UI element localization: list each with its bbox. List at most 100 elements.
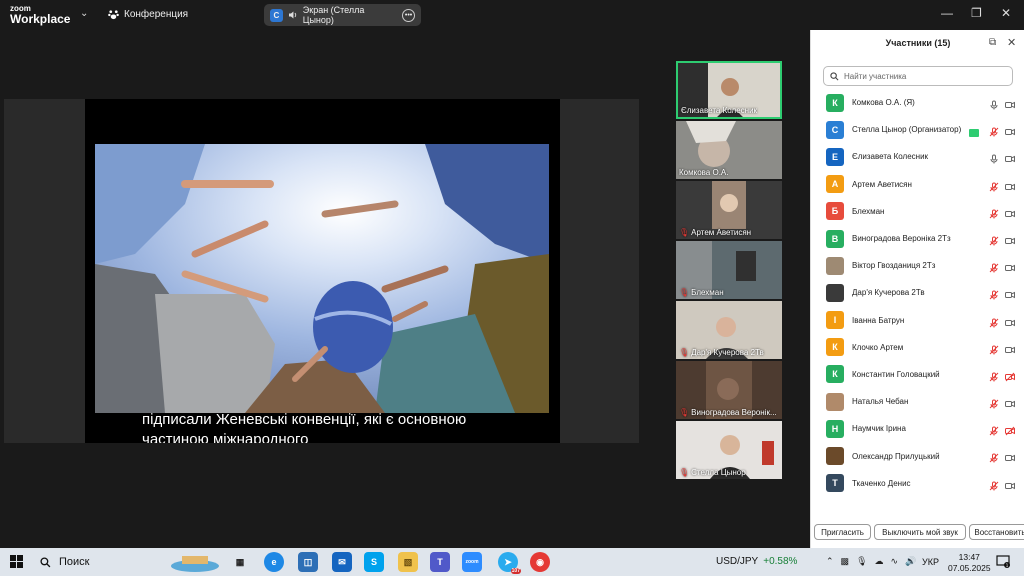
- participant-row[interactable]: Дар'я Кучерова 2Тв: [811, 279, 1024, 306]
- video-thumbnail[interactable]: 🎙 Виноградова Веронік...: [676, 361, 782, 419]
- participant-name: Наумчик Ірина: [852, 424, 906, 434]
- onedrive-icon[interactable]: ☁: [875, 556, 884, 567]
- mic-off-icon[interactable]: [989, 423, 999, 441]
- currency-pair: USD/JPY: [716, 556, 759, 567]
- video-on-icon[interactable]: [1005, 342, 1015, 360]
- participant-row[interactable]: К Константин Головацкий: [811, 361, 1024, 388]
- minimize-icon[interactable]: —: [941, 6, 953, 20]
- mic-off-icon[interactable]: [989, 233, 999, 251]
- participant-row[interactable]: А Артем Аветисян: [811, 171, 1024, 198]
- participant-status-icons: [989, 369, 1015, 387]
- system-tray[interactable]: ⌃ ▩ 🎙 ☁ ∿ 🔊: [826, 556, 916, 567]
- video-thumbnail[interactable]: Комкова О.А.: [676, 121, 782, 179]
- participant-row[interactable]: Віктор Гвозданиця 2Тз: [811, 252, 1024, 279]
- mic-off-icon[interactable]: [989, 206, 999, 224]
- participant-row[interactable]: В Виноградова Вероніка 2Тз: [811, 225, 1024, 252]
- restore-button[interactable]: Восстановить: [969, 524, 1024, 540]
- microsoft-store-icon[interactable]: ◫: [298, 552, 318, 572]
- mic-off-icon[interactable]: [989, 124, 999, 142]
- zoom-taskbar-icon[interactable]: zoom: [462, 552, 482, 572]
- search-icon: [40, 556, 51, 567]
- video-on-icon[interactable]: [1005, 315, 1015, 333]
- video-off-icon[interactable]: [1005, 369, 1015, 387]
- edge-browser-icon[interactable]: e: [264, 552, 284, 572]
- participant-row[interactable]: Е Єлизавета Колесник: [811, 143, 1024, 170]
- video-thumbnail[interactable]: 🎙 Стелла Цынор: [676, 421, 782, 479]
- skype-icon[interactable]: S: [364, 552, 384, 572]
- microphone-icon[interactable]: 🎙: [856, 556, 867, 567]
- search-participant-field[interactable]: [823, 66, 1013, 86]
- participant-row[interactable]: Т Ткаченко Денис: [811, 470, 1024, 497]
- mute-me-button[interactable]: Выключить мой звук: [874, 524, 966, 540]
- video-off-icon[interactable]: [1005, 423, 1015, 441]
- mic-off-icon[interactable]: [989, 179, 999, 197]
- video-on-icon[interactable]: [1005, 179, 1015, 197]
- chrome-icon[interactable]: ◉: [530, 552, 550, 572]
- notification-icon[interactable]: 1: [996, 554, 1010, 568]
- mic-off-icon[interactable]: [989, 450, 999, 468]
- chevron-down-icon[interactable]: ⌄: [80, 8, 88, 19]
- mic-off-icon[interactable]: [989, 315, 999, 333]
- mic-off-icon[interactable]: [989, 287, 999, 305]
- participant-name: Ткаченко Денис: [852, 478, 911, 488]
- mic-off-icon[interactable]: [989, 478, 999, 496]
- participant-row[interactable]: Н Наумчик Ірина: [811, 415, 1024, 442]
- clock[interactable]: 13:47 07.05.2025: [948, 552, 991, 574]
- mail-icon[interactable]: ✉: [332, 552, 352, 572]
- taskbar-search-label: Поиск: [59, 556, 90, 568]
- close-icon[interactable]: ✕: [1007, 36, 1016, 49]
- teams-icon[interactable]: T: [430, 552, 450, 572]
- video-on-icon[interactable]: [1005, 206, 1015, 224]
- taskbar-search[interactable]: Поиск: [34, 549, 224, 575]
- participant-row[interactable]: І Іванна Батрун: [811, 307, 1024, 334]
- mic-on-icon[interactable]: [989, 97, 999, 115]
- pop-out-icon[interactable]: ⧉: [989, 37, 996, 48]
- video-on-icon[interactable]: [1005, 450, 1015, 468]
- screen-share-indicator[interactable]: C Экран (Стелла Цынор) •••: [264, 4, 421, 26]
- more-options-icon[interactable]: •••: [402, 8, 415, 22]
- camera-icon[interactable]: ▩: [841, 556, 850, 567]
- invite-button[interactable]: Пригласить: [814, 524, 871, 540]
- video-thumbnail[interactable]: 🎙 Блехман: [676, 241, 782, 299]
- video-thumbnail[interactable]: 🎙 Артем Аветисян: [676, 181, 782, 239]
- video-on-icon[interactable]: [1005, 151, 1015, 169]
- mic-off-icon[interactable]: [989, 260, 999, 278]
- video-on-icon[interactable]: [1005, 287, 1015, 305]
- task-view-icon[interactable]: ▦: [230, 552, 250, 572]
- search-input[interactable]: [844, 71, 1004, 81]
- restore-window-icon[interactable]: ❐: [971, 6, 982, 20]
- wifi-icon[interactable]: ∿: [891, 556, 899, 567]
- participant-row[interactable]: С Стелла Цынор (Организатор): [811, 116, 1024, 143]
- mic-off-icon[interactable]: [989, 396, 999, 414]
- participant-name: Віктор Гвозданиця 2Тз: [852, 261, 936, 271]
- meeting-info-button[interactable]: Конференция: [108, 9, 188, 20]
- video-on-icon[interactable]: [1005, 260, 1015, 278]
- mic-off-icon[interactable]: [989, 369, 999, 387]
- notification-count: 1: [1006, 563, 1009, 568]
- video-thumbnail[interactable]: Єлизавета Колесник: [676, 61, 782, 119]
- participant-row[interactable]: К Комкова О.А. (Я): [811, 89, 1024, 116]
- mic-off-icon[interactable]: [989, 342, 999, 360]
- video-on-icon[interactable]: [1005, 478, 1015, 496]
- language-indicator[interactable]: УКР: [922, 557, 939, 567]
- currency-widget[interactable]: USD/JPY +0.58%: [716, 556, 797, 567]
- mic-on-icon[interactable]: [989, 151, 999, 169]
- telegram-icon[interactable]: ➤ 107: [498, 552, 521, 574]
- file-explorer-icon[interactable]: ▧: [398, 552, 418, 572]
- windows-start-icon[interactable]: [10, 555, 23, 568]
- participant-row[interactable]: К Клочко Артем: [811, 334, 1024, 361]
- close-window-icon[interactable]: ✕: [1001, 6, 1011, 20]
- participant-row[interactable]: Б Блехман: [811, 198, 1024, 225]
- avatar: В: [826, 229, 844, 248]
- participant-status-icons: [989, 342, 1015, 360]
- video-on-icon[interactable]: [1005, 97, 1015, 115]
- video-on-icon[interactable]: [1005, 396, 1015, 414]
- chevron-up-icon[interactable]: ⌃: [826, 556, 834, 567]
- volume-icon[interactable]: 🔊: [905, 556, 916, 567]
- zoom-logo[interactable]: zoom Workplace: [10, 5, 70, 26]
- participant-row[interactable]: Наталья Чебан: [811, 388, 1024, 415]
- video-on-icon[interactable]: [1005, 233, 1015, 251]
- participant-row[interactable]: Олександр Прилуцький: [811, 442, 1024, 469]
- video-thumbnail[interactable]: 🎙 Дар'я Кучерова 2Тв: [676, 301, 782, 359]
- video-on-icon[interactable]: [1005, 124, 1015, 142]
